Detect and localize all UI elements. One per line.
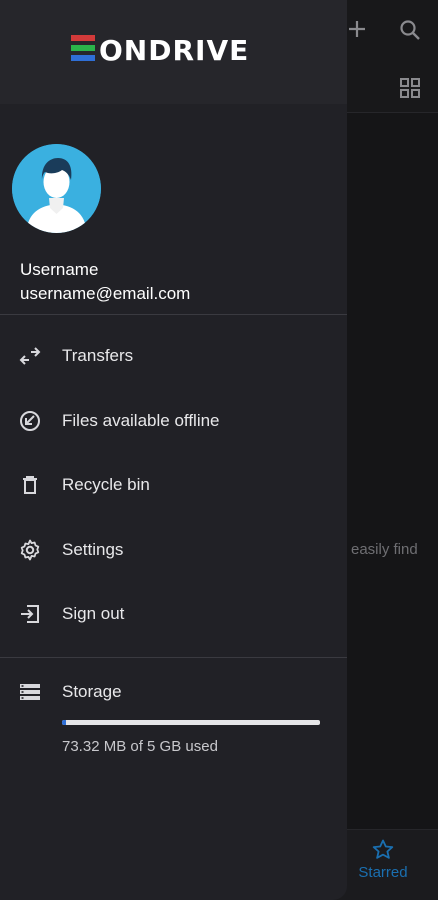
storage-section[interactable]: Storage 73.32 MB of 5 GB used [0,658,347,755]
add-icon[interactable] [346,18,368,45]
tab-starred[interactable]: Starred [348,838,418,882]
offline-icon [18,409,42,433]
menu-item-settings[interactable]: Settings [0,518,347,583]
svg-text:ONDRIVE: ONDRIVE [99,34,249,63]
tab-starred-label: Starred [358,864,408,881]
drawer-menu: Transfers Files available offline Recycl… [0,315,347,647]
menu-item-label: Transfers [62,346,134,366]
storage-progress-fill [62,719,66,725]
grid-view-icon[interactable] [399,77,421,104]
trash-icon [18,473,42,497]
menu-item-label: Files available offline [62,410,220,430]
transfers-icon [18,344,42,368]
menu-item-sign-out[interactable]: Sign out [0,582,347,647]
storage-icon [18,680,42,704]
menu-item-offline[interactable]: Files available offline [0,389,347,454]
drawer-header: ONDRIVE [0,0,347,104]
menu-item-transfers[interactable]: Transfers [0,324,347,389]
menu-item-label: Settings [62,539,124,559]
gear-icon [18,538,42,562]
user-email: username@email.com [20,284,191,303]
navigation-drawer: ONDRIVE Username username@email.com Tran… [0,0,347,900]
menu-item-recycle-bin[interactable]: Recycle bin [0,453,347,518]
avatar[interactable] [12,144,101,233]
eondrive-logo: ONDRIVE [70,33,277,71]
storage-progress-bar [62,719,320,725]
star-icon [348,838,418,864]
sign-out-icon [18,602,42,626]
user-profile: Username username@email.com [0,104,347,314]
search-icon[interactable] [398,18,422,47]
user-name: Username [20,260,99,279]
menu-item-label: Sign out [62,604,125,624]
empty-state-hint: easily find [351,541,418,558]
menu-item-label: Recycle bin [62,475,150,495]
storage-used-text: 73.32 MB of 5 GB used [62,737,218,755]
storage-label: Storage [62,681,122,701]
